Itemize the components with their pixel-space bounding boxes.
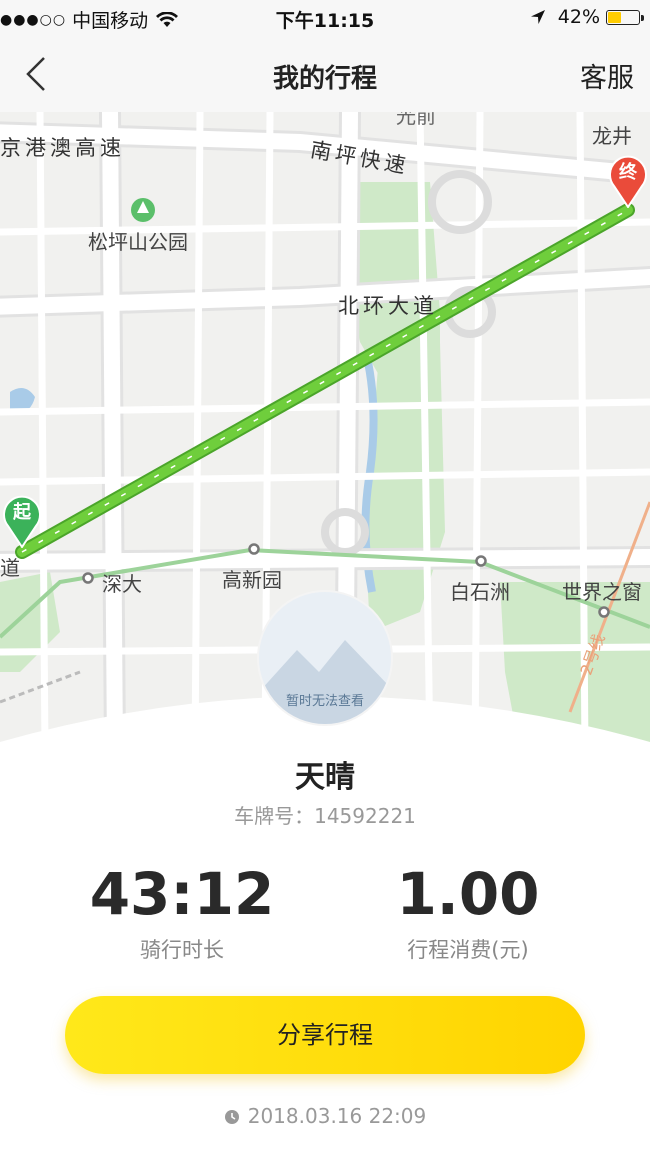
start-pin[interactable]: 起 <box>2 492 42 548</box>
location-arrow-icon <box>530 10 545 24</box>
share-trip-button[interactable]: 分享行程 <box>65 996 585 1074</box>
status-bar: ●●●○○ 中国移动 下午11:15 42% <box>0 0 650 36</box>
end-pin-label: 终 <box>619 162 637 183</box>
map-label-gaoxinyuan: 高新园 <box>222 568 282 592</box>
map-label-road: 道 <box>0 556 20 580</box>
map-label-window: 世界之窗 <box>562 580 642 604</box>
map-label-beihuan: 北环大道 <box>338 294 438 318</box>
page-title: 我的行程 <box>272 64 377 94</box>
nav-bar: 我的行程 客服 <box>0 36 650 112</box>
map-label-park: 松坪山公园 <box>88 230 188 254</box>
end-pin[interactable]: 终 <box>608 152 648 208</box>
battery-level <box>608 11 621 23</box>
status-right: 42% <box>530 6 644 28</box>
battery-percent: 42% <box>557 6 600 28</box>
map-label-baishizhou: 白石洲 <box>450 580 510 604</box>
trip-timestamp-row: 2018.03.16 22:09 <box>0 1104 650 1128</box>
duration-value: 43:12 <box>89 860 275 928</box>
user-name: 天晴 <box>295 760 355 795</box>
map-label-jinggang: 京港澳高速 <box>0 136 125 160</box>
customer-service-button[interactable]: 客服 <box>580 56 634 95</box>
cost-label: 行程消费(元) <box>407 938 529 962</box>
clock-icon <box>224 1110 239 1124</box>
map-label-top: 光前 <box>396 112 436 128</box>
avatar-caption: 暂时无法查看 <box>285 694 364 709</box>
trip-timestamp: 2018.03.16 22:09 <box>247 1104 427 1128</box>
cost-value: 1.00 <box>396 860 540 928</box>
start-pin-label: 起 <box>13 502 31 523</box>
duration-label: 骑行时长 <box>140 938 224 962</box>
map-label-shenda: 深大 <box>102 572 142 596</box>
plate-number: 车牌号：14592221 <box>234 804 416 828</box>
map-label-longjing: 龙井 <box>592 124 632 148</box>
battery-icon <box>606 9 644 25</box>
avatar[interactable]: 暂时无法查看 <box>257 590 393 726</box>
